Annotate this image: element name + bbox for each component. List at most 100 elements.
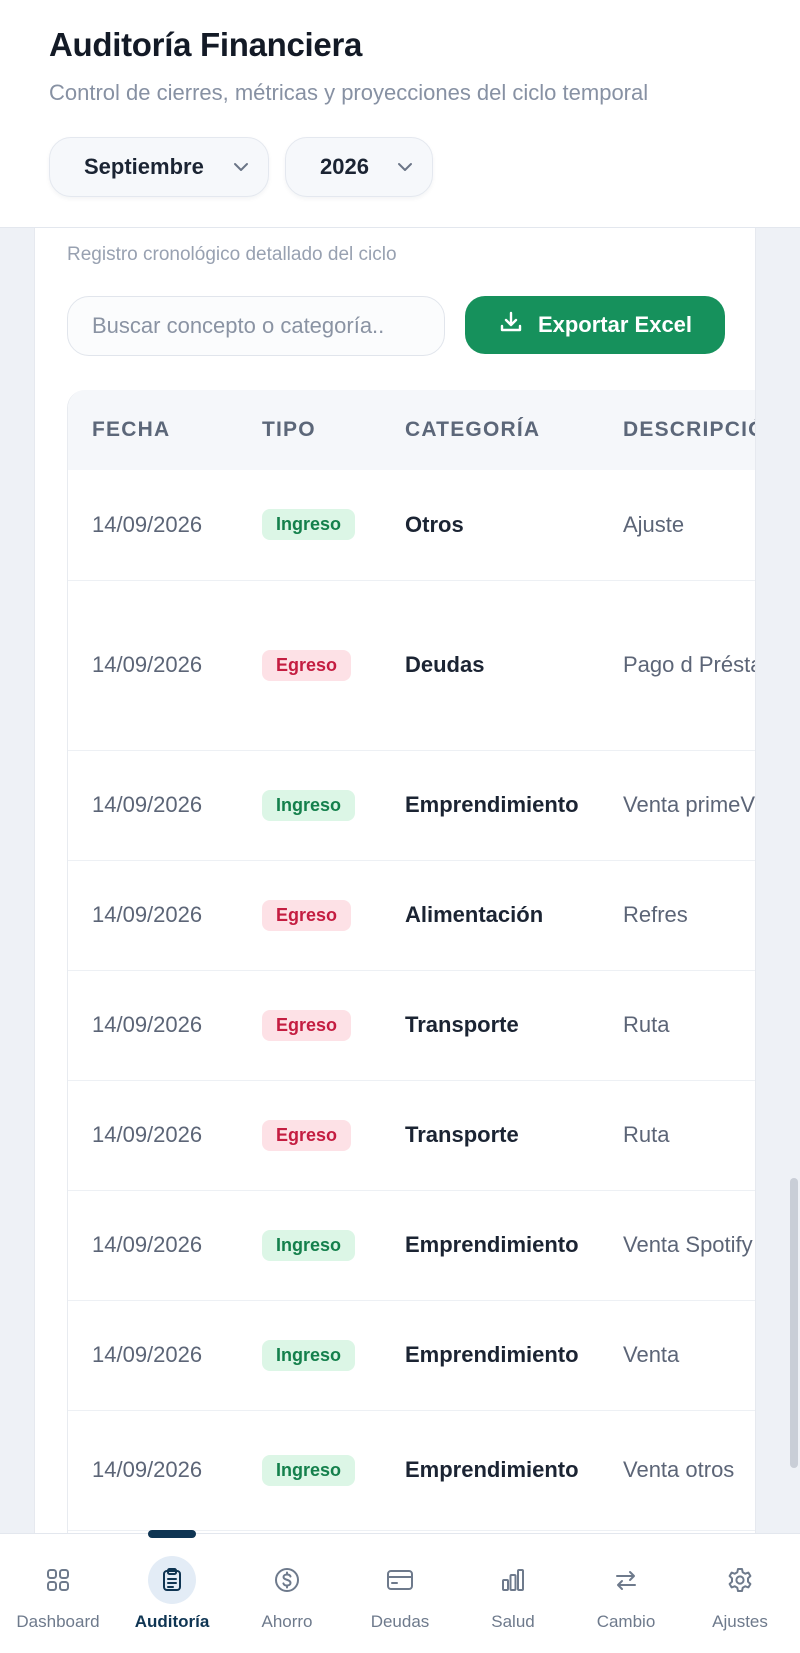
ledger-table: FECHA TIPO CATEGORÍA DESCRIPCIÓN 14/09/2… [68, 390, 755, 1531]
column-header-type[interactable]: TIPO [238, 390, 381, 470]
scrollbar-thumb[interactable] [790, 1178, 798, 1468]
export-excel-label: Exportar Excel [537, 312, 693, 337]
table-row[interactable]: 14/09/2026 Ingreso Emprendimiento Venta Spo… [68, 1190, 755, 1301]
nav-label: Deudas [370, 1612, 430, 1631]
table-row[interactable]: 14/09/2026 Ingreso Emprendimiento Venta pri… [68, 750, 755, 861]
cell-type: Ingreso [238, 470, 381, 581]
expense-badge: Egreso [262, 649, 352, 681]
gear-icon [716, 1556, 764, 1604]
cell-date: 14/09/2026 [68, 580, 238, 751]
cell-category: Emprendimiento [381, 1300, 599, 1411]
cell-description: Venta Spotify [599, 1190, 755, 1301]
cell-type: Egreso [238, 860, 381, 971]
cell-type: Ingreso [238, 1300, 381, 1411]
bars-icon [489, 1556, 537, 1604]
income-badge: Ingreso [262, 1454, 356, 1486]
nav-label: Auditoría [134, 1612, 210, 1631]
cell-type: Egreso [238, 970, 381, 1081]
income-badge: Ingreso [262, 509, 356, 541]
cell-description: Venta [599, 1300, 755, 1411]
table-row[interactable]: 14/09/2026 Egreso DeudasPago d Présta mi e… [68, 580, 755, 751]
cell-category: Emprendimiento [381, 1410, 599, 1531]
month-select[interactable]: Septiembre [49, 137, 269, 197]
search-input[interactable] [67, 296, 445, 356]
month-select-value: Septiembre [84, 154, 204, 179]
cell-date: 14/09/2026 [68, 1300, 238, 1411]
cell-date: 14/09/2026 [68, 1080, 238, 1191]
ledger-table-body: 14/09/2026 Ingreso Otros Ajuste 14/09/2026 Eg… [68, 470, 755, 1531]
cell-date: 14/09/2026 [68, 1190, 238, 1301]
cell-description: Venta primeV [599, 750, 755, 861]
download-icon [498, 309, 524, 341]
cell-description: Pago d Présta mi esp 4.176, [599, 580, 755, 751]
table-row[interactable]: 14/09/2026 Ingreso Emprendimiento Venta [68, 1300, 755, 1411]
column-header-category[interactable]: CATEGORÍA [381, 390, 599, 470]
table-row[interactable]: 14/09/2026 Egreso Alimentación Refres [68, 860, 755, 971]
nav-item-ahorro[interactable]: Ahorro [232, 1534, 342, 1653]
cell-category: Otros [381, 470, 599, 581]
cell-date: 14/09/2026 [68, 860, 238, 971]
expense-badge: Egreso [262, 1119, 352, 1151]
nav-item-dashboard[interactable]: Dashboard [3, 1534, 113, 1653]
nav-item-ajustes[interactable]: Ajustes [685, 1534, 795, 1653]
nav-label: Salud [491, 1612, 535, 1631]
column-header-date[interactable]: FECHA [68, 390, 238, 470]
nav-label: Cambio [596, 1612, 656, 1631]
cell-date: 14/09/2026 [68, 970, 238, 1081]
cell-description: Refres [599, 860, 755, 971]
cell-type: Ingreso [238, 750, 381, 861]
cell-date: 14/09/2026 [68, 470, 238, 581]
nav-label: Ajustes [712, 1612, 768, 1631]
income-badge: Ingreso [262, 1339, 356, 1371]
income-badge: Ingreso [262, 789, 356, 821]
page-title: Auditoría Financiera [49, 26, 363, 63]
grid-icon [34, 1556, 82, 1604]
table-row[interactable]: 14/09/2026 Ingreso Emprendimiento Venta otr… [68, 1410, 755, 1531]
cell-category: Transporte [381, 1080, 599, 1191]
year-select[interactable]: 2026 [285, 137, 433, 197]
active-nav-indicator [148, 1530, 196, 1538]
dollar-icon [263, 1556, 311, 1604]
page-subtitle: Control de cierres, métricas y proyeccio… [49, 80, 649, 105]
cell-type: Ingreso [238, 1190, 381, 1301]
page-header: Auditoría Financiera Control de cierres,… [0, 0, 800, 228]
bottom-navigation: Dashboard Auditoría Ahorro Deudas Salud … [0, 1533, 800, 1653]
cell-description: Ruta [599, 1080, 755, 1191]
nav-label: Ahorro [261, 1612, 313, 1631]
expense-badge: Egreso [262, 899, 352, 931]
export-excel-button[interactable]: Exportar Excel [465, 296, 725, 354]
swap-icon [602, 1556, 650, 1604]
cell-category: Emprendimiento [381, 750, 599, 861]
chevron-down-icon [228, 154, 254, 180]
cell-type: Egreso [238, 1080, 381, 1191]
cell-category: Transporte [381, 970, 599, 1081]
nav-label: Dashboard [16, 1612, 100, 1631]
chevron-down-icon [392, 154, 418, 180]
expense-badge: Egreso [262, 1009, 352, 1041]
ledger-caption: Registro cronológico detallado del ciclo [67, 244, 397, 265]
nav-item-auditoria[interactable]: Auditoría [117, 1534, 227, 1653]
table-header-row: FECHA TIPO CATEGORÍA DESCRIPCIÓN [68, 390, 755, 470]
ledger-card: Registro cronológico detallado del ciclo… [34, 228, 756, 1533]
cell-date: 14/09/2026 [68, 750, 238, 861]
table-row[interactable]: 14/09/2026 Egreso Transporte Ruta [68, 1080, 755, 1191]
cell-date: 14/09/2026 [68, 1410, 238, 1531]
cell-description: Ajuste [599, 470, 755, 581]
nav-item-salud[interactable]: Salud [458, 1534, 568, 1653]
table-row[interactable]: 14/09/2026 Ingreso Otros Ajuste [68, 470, 755, 581]
cell-type: Ingreso [238, 1410, 381, 1531]
year-select-value: 2026 [320, 154, 369, 179]
cell-category: Emprendimiento [381, 1190, 599, 1301]
nav-item-cambio[interactable]: Cambio [571, 1534, 681, 1653]
cell-description: Ruta [599, 970, 755, 1081]
cell-category: Deudas [381, 580, 599, 751]
table-row[interactable]: 14/09/2026 Egreso Transporte Ruta [68, 970, 755, 1081]
nav-item-deudas[interactable]: Deudas [345, 1534, 455, 1653]
cell-description: Venta otros [599, 1410, 755, 1531]
card-icon [376, 1556, 424, 1604]
ledger-table-container[interactable]: FECHA TIPO CATEGORÍA DESCRIPCIÓN 14/09/2… [67, 390, 755, 1533]
income-badge: Ingreso [262, 1229, 356, 1261]
cell-category: Alimentación [381, 860, 599, 971]
cell-type: Egreso [238, 580, 381, 751]
column-header-description[interactable]: DESCRIPCIÓN [599, 390, 755, 470]
